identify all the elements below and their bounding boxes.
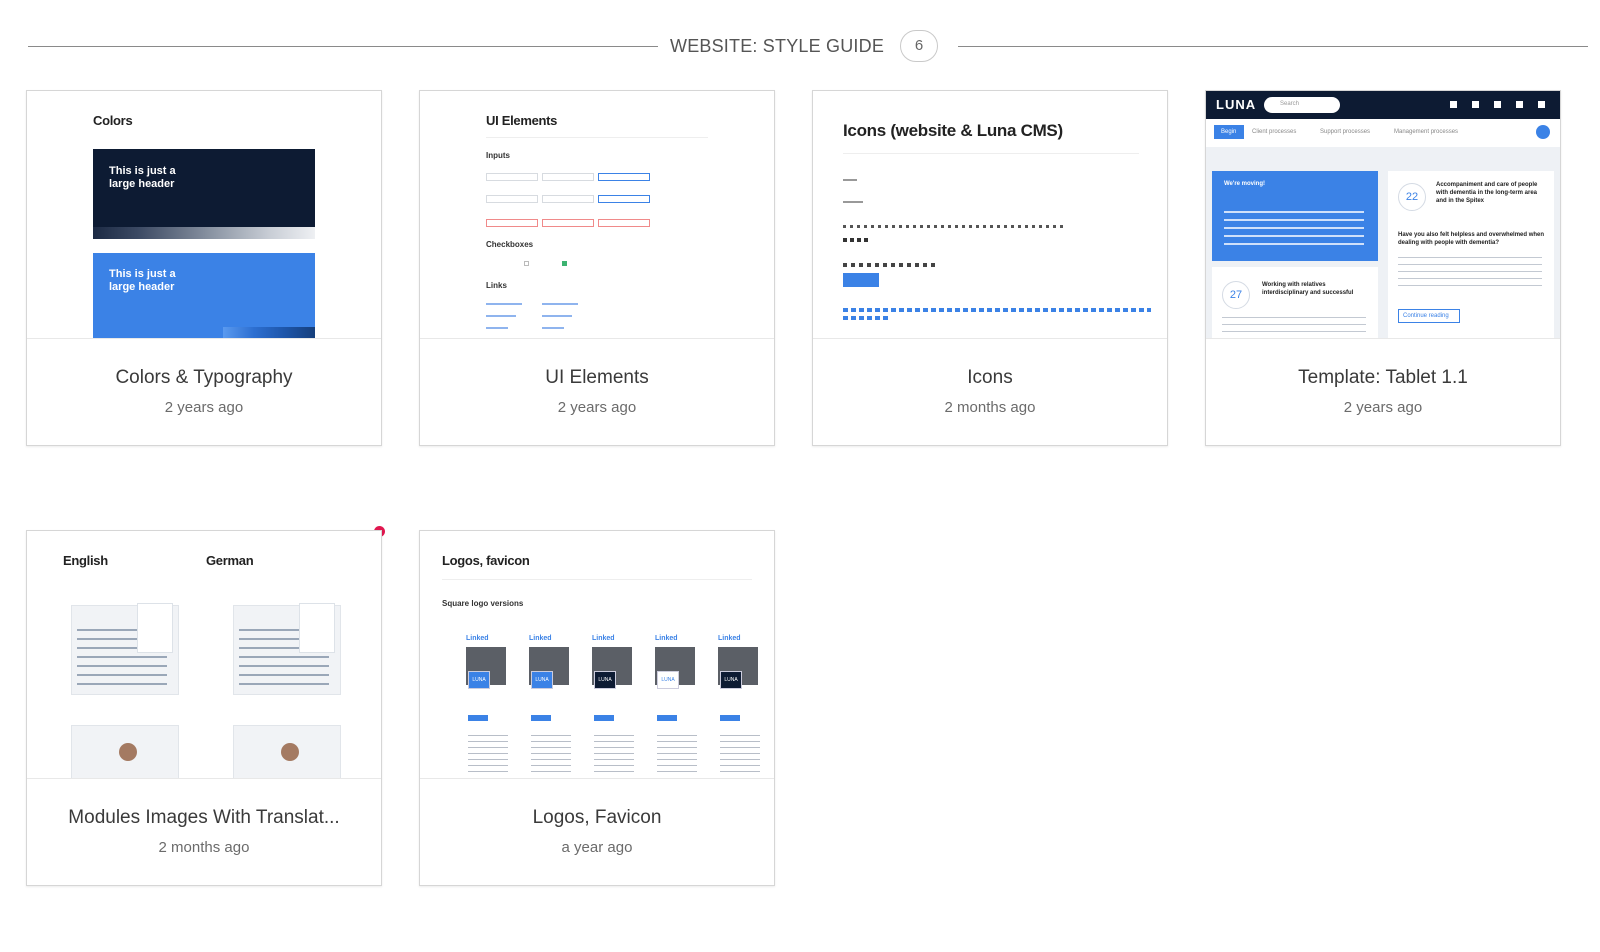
logo-square: LUNA xyxy=(468,671,490,689)
card-modules-images[interactable]: English German Modules Images With Trans… xyxy=(26,530,382,886)
gray-scale-strip xyxy=(93,227,315,239)
linked-profile-tile: Linked LUNA xyxy=(529,631,583,778)
logo-square: LUNA xyxy=(657,671,679,689)
logo-square: LUNA xyxy=(594,671,616,689)
icon-row xyxy=(843,225,1067,228)
thumb-lang-german: German xyxy=(206,553,254,568)
thumb-search xyxy=(1264,97,1340,113)
card-ui-elements[interactable]: UI Elements Inputs Checkboxes Links UI E… xyxy=(419,90,775,446)
card-title: Logos, Favicon xyxy=(532,807,662,828)
thumb-toolbar-icons xyxy=(1450,101,1550,108)
card-logos-favicon[interactable]: Logos, favicon Square logo versions Link… xyxy=(419,530,775,886)
icon-button-group xyxy=(843,273,879,287)
card-thumbnail: UI Elements Inputs Checkboxes Links xyxy=(420,91,774,339)
thumb-avatar xyxy=(1536,125,1550,139)
linked-profile-tile: Linked LUNA xyxy=(592,631,646,778)
card-timestamp: 2 years ago xyxy=(557,399,637,416)
card-thumbnail: Logos, favicon Square logo versions Link… xyxy=(420,531,774,779)
thumb-heading: Logos, favicon xyxy=(442,553,530,568)
card-thumbnail: Colors This is just a large header This … xyxy=(27,91,381,339)
card-title: Colors & Typography xyxy=(115,367,293,388)
card-timestamp: 2 years ago xyxy=(164,399,244,416)
linked-brand: Linked xyxy=(466,635,489,642)
thumb-heading: Icons (website & Luna CMS) xyxy=(843,121,1063,140)
card-title: Icons xyxy=(967,367,1013,388)
header-sample-1: This is just a large header xyxy=(109,165,176,190)
section-title: WEBSITE: STYLE GUIDE xyxy=(670,36,885,56)
icon-row xyxy=(843,263,935,267)
card-timestamp: 2 months ago xyxy=(158,839,250,856)
thumb-links-label: Links xyxy=(486,281,507,290)
card-thumbnail: English German xyxy=(27,531,381,779)
linked-profile-tile: Linked LUNA xyxy=(655,631,709,778)
thumb-checkboxes-label: Checkboxes xyxy=(486,240,534,249)
header-sample-2: This is just a large header xyxy=(109,268,176,293)
thumb-lang-english: English xyxy=(63,553,108,568)
card-timestamp: 2 months ago xyxy=(944,399,1036,416)
card-title: UI Elements xyxy=(545,367,649,388)
divider-right xyxy=(958,46,1588,47)
card-colors-typography[interactable]: Colors This is just a large header This … xyxy=(26,90,382,446)
section-header: WEBSITE: STYLE GUIDE 6 xyxy=(28,30,1588,62)
linked-brand: Linked xyxy=(718,635,741,642)
icon-row-blue xyxy=(843,308,1151,312)
linked-profile-tile: Linked LUNA xyxy=(718,631,772,778)
section-count-badge: 6 xyxy=(900,30,938,62)
card-title: Template: Tablet 1.1 xyxy=(1298,367,1468,388)
linked-profile-tile: Linked LUNA xyxy=(466,631,520,778)
thumb-inputs-label: Inputs xyxy=(486,151,510,160)
thumb-subheading: Square logo versions xyxy=(442,599,524,608)
card-timestamp: 2 years ago xyxy=(1343,399,1423,416)
logo-square: LUNA xyxy=(720,671,742,689)
linked-brand: Linked xyxy=(655,635,678,642)
linked-brand: Linked xyxy=(529,635,552,642)
card-icons[interactable]: Icons (website & Luna CMS) Icons 2 month… xyxy=(812,90,1168,446)
card-thumbnail: Icons (website & Luna CMS) xyxy=(813,91,1167,339)
linked-brand: Linked xyxy=(592,635,615,642)
thumb-heading: Colors xyxy=(93,113,133,128)
divider-left xyxy=(28,46,658,47)
thumb-heading: UI Elements xyxy=(486,113,558,128)
navy-swatch xyxy=(93,149,315,239)
card-title: Modules Images With Translat... xyxy=(68,807,340,828)
thumb-logo: LUNA xyxy=(1216,97,1257,112)
card-thumbnail: LUNA Search Begin Client processes Suppo… xyxy=(1206,91,1560,339)
card-timestamp: a year ago xyxy=(561,839,633,856)
blue-scale-strip xyxy=(223,327,315,338)
card-template-tablet[interactable]: LUNA Search Begin Client processes Suppo… xyxy=(1205,90,1561,446)
logo-square: LUNA xyxy=(531,671,553,689)
